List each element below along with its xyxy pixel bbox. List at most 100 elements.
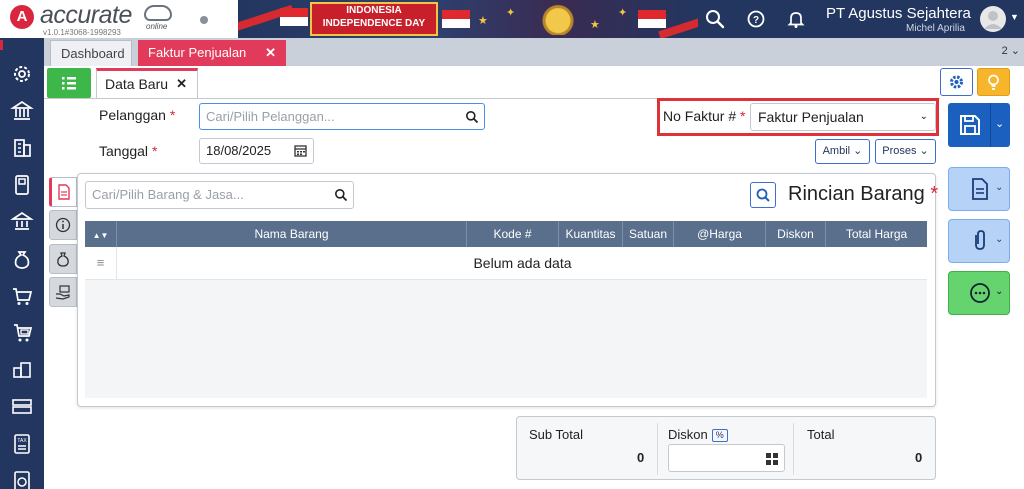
info-icon bbox=[55, 217, 71, 233]
tab-faktur-penjualan[interactable]: Faktur Penjualan ✕ bbox=[138, 40, 286, 66]
sort-handle-column[interactable]: ▲▼ bbox=[85, 221, 117, 247]
top-header: A accurate online v1.0.1#3068-1998293 IN… bbox=[0, 0, 1024, 38]
print-document-button[interactable]: ⌄ bbox=[948, 167, 1010, 211]
avatar[interactable] bbox=[980, 6, 1006, 32]
tips-button[interactable] bbox=[977, 68, 1010, 96]
money-bag-icon[interactable] bbox=[10, 247, 34, 271]
chevron-down-icon[interactable]: ▼ bbox=[1010, 12, 1019, 22]
bank-building-icon[interactable] bbox=[10, 99, 34, 123]
help-icon[interactable]: ? bbox=[745, 8, 767, 30]
search-icon[interactable] bbox=[465, 110, 479, 124]
diskon-label: Diskon% bbox=[668, 427, 728, 442]
sort-icon: ▲▼ bbox=[92, 231, 109, 240]
close-icon[interactable]: ✕ bbox=[176, 71, 187, 97]
no-faktur-label: No Faktur # * bbox=[663, 108, 746, 124]
sub-total-label: Sub Total bbox=[529, 427, 583, 442]
drag-handle-icon[interactable]: ≡ bbox=[85, 247, 117, 280]
settings-button[interactable] bbox=[940, 68, 973, 96]
bank-icon[interactable] bbox=[10, 210, 34, 234]
attachment-button[interactable]: ⌄ bbox=[948, 219, 1010, 263]
warehouse-icon[interactable] bbox=[10, 395, 34, 419]
left-sidebar: TAX bbox=[0, 38, 44, 489]
calendar-icon[interactable] bbox=[294, 144, 307, 157]
gear-icon[interactable] bbox=[10, 62, 34, 86]
percent-toggle[interactable]: % bbox=[711, 429, 728, 442]
chevron-down-icon: ⌄ bbox=[850, 145, 863, 157]
document-icon bbox=[58, 184, 70, 200]
proses-button[interactable]: Proses ⌄ bbox=[875, 139, 936, 164]
list-icon bbox=[62, 77, 76, 90]
more-options-button[interactable]: ⌄ bbox=[948, 271, 1010, 315]
payment-hand-icon bbox=[55, 285, 70, 300]
search-items-button[interactable] bbox=[750, 182, 776, 208]
column-header[interactable]: @Harga bbox=[674, 221, 766, 247]
user-name: Michel Aprilia bbox=[906, 23, 965, 34]
column-header[interactable]: Kuantitas bbox=[559, 221, 623, 247]
tanggal-date-input[interactable]: 18/08/2025 bbox=[199, 138, 314, 164]
chevron-down-icon: ⌄ bbox=[919, 111, 928, 122]
chevron-down-icon: ⌄ bbox=[995, 234, 1004, 245]
tanggal-value: 18/08/2025 bbox=[206, 143, 272, 158]
total-label: Total bbox=[807, 427, 835, 442]
document-icon bbox=[972, 178, 988, 200]
inventory-icon[interactable] bbox=[10, 358, 34, 382]
flag-icon bbox=[638, 10, 666, 28]
ledger-book-icon[interactable] bbox=[10, 173, 34, 197]
item-search-input[interactable]: Cari/Pilih Barang & Jasa... bbox=[85, 181, 354, 209]
tab-dashboard[interactable]: Dashboard bbox=[50, 40, 132, 66]
gear-icon bbox=[950, 75, 963, 89]
close-icon[interactable]: ✕ bbox=[265, 40, 276, 66]
calculator-icon[interactable] bbox=[766, 453, 778, 465]
logo-icon: A bbox=[10, 5, 34, 29]
shopping-cart-icon[interactable] bbox=[10, 284, 34, 308]
report-chart-icon[interactable] bbox=[10, 469, 34, 489]
pelanggan-search-input[interactable]: Cari/Pilih Pelanggan... bbox=[199, 103, 485, 130]
tab-uang-muka[interactable] bbox=[49, 277, 77, 307]
tab-data-baru[interactable]: Data Baru ✕ bbox=[96, 68, 198, 99]
subtab-label: Data Baru bbox=[105, 76, 169, 92]
sales-cart-icon[interactable] bbox=[10, 321, 34, 345]
save-button[interactable]: ⌄ bbox=[948, 103, 1010, 147]
svg-text:TAX: TAX bbox=[17, 438, 27, 444]
chevron-down-icon: ⌄ bbox=[916, 145, 929, 157]
table-empty-area bbox=[85, 280, 927, 398]
tab-count[interactable]: 2 ⌄ bbox=[1002, 44, 1020, 57]
tab-rincian-barang[interactable] bbox=[49, 177, 77, 207]
paperclip-icon bbox=[975, 230, 985, 250]
column-header[interactable]: Satuan bbox=[623, 221, 674, 247]
logo-text: accurate bbox=[40, 1, 132, 29]
flag-icon bbox=[442, 10, 470, 28]
list-view-button[interactable] bbox=[47, 68, 91, 98]
table-row: ≡ Belum ada data bbox=[85, 247, 927, 280]
user-icon bbox=[984, 11, 1002, 29]
item-search-placeholder: Cari/Pilih Barang & Jasa... bbox=[92, 187, 244, 202]
diskon-input[interactable] bbox=[668, 444, 785, 472]
chevron-down-icon[interactable]: ⌄ bbox=[995, 117, 1004, 130]
garuda-emblem-icon bbox=[538, 3, 578, 35]
column-header[interactable]: Diskon bbox=[766, 221, 826, 247]
pelanggan-label: Pelanggan * bbox=[99, 107, 176, 123]
column-header[interactable]: Kode # bbox=[467, 221, 559, 247]
tax-document-icon[interactable]: TAX bbox=[10, 432, 34, 456]
money-bag-icon bbox=[57, 252, 69, 267]
flag-icon bbox=[280, 8, 308, 26]
tanggal-label: Tanggal * bbox=[99, 143, 158, 159]
column-header[interactable]: Nama Barang bbox=[117, 221, 467, 247]
ambil-button[interactable]: Ambil ⌄ bbox=[815, 139, 870, 164]
empty-message: Belum ada data bbox=[473, 255, 572, 271]
table-header: ▲▼ Nama Barang Kode # Kuantitas Satuan @… bbox=[85, 221, 927, 247]
search-icon[interactable] bbox=[334, 188, 348, 202]
bell-icon[interactable] bbox=[785, 8, 807, 30]
no-faktur-value: Faktur Penjualan bbox=[758, 109, 864, 125]
office-building-icon[interactable] bbox=[10, 136, 34, 160]
cloud-icon bbox=[144, 5, 172, 21]
save-disk-icon bbox=[960, 115, 980, 135]
company-name[interactable]: PT Agustus Sejahtera bbox=[826, 5, 971, 22]
no-faktur-select[interactable]: Faktur Penjualan ⌄ bbox=[750, 103, 936, 131]
tab-info-lainnya[interactable] bbox=[49, 210, 77, 240]
logo-area[interactable]: A accurate online v1.0.1#3068-1998293 bbox=[0, 0, 238, 38]
tab-biaya[interactable] bbox=[49, 244, 77, 274]
column-header[interactable]: Total Harga bbox=[826, 221, 927, 247]
search-icon[interactable] bbox=[704, 8, 726, 30]
section-title: Rincian Barang * bbox=[788, 183, 939, 205]
